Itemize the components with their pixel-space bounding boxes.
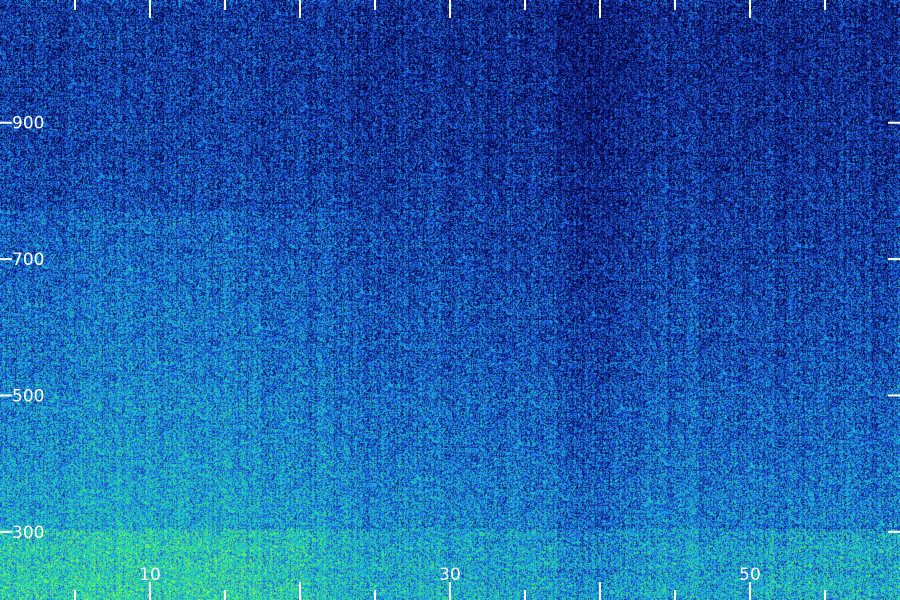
x-tick-label: 50 xyxy=(739,565,761,585)
y-tick-label: 500 xyxy=(12,386,44,406)
x-axis-ticks: 10 30 50 xyxy=(74,0,826,600)
y-axis-ticks: 900 700 500 300 xyxy=(0,114,900,543)
x-tick-label: 30 xyxy=(439,565,461,585)
y-tick-label: 700 xyxy=(12,250,44,270)
spectrogram-chart: 10 30 50 900 700 500 300 xyxy=(0,0,900,600)
x-tick-label: 10 xyxy=(139,565,161,585)
y-tick-label: 300 xyxy=(12,523,44,543)
chart-axes: 10 30 50 900 700 500 300 xyxy=(0,0,900,600)
y-tick-label: 900 xyxy=(12,114,44,134)
